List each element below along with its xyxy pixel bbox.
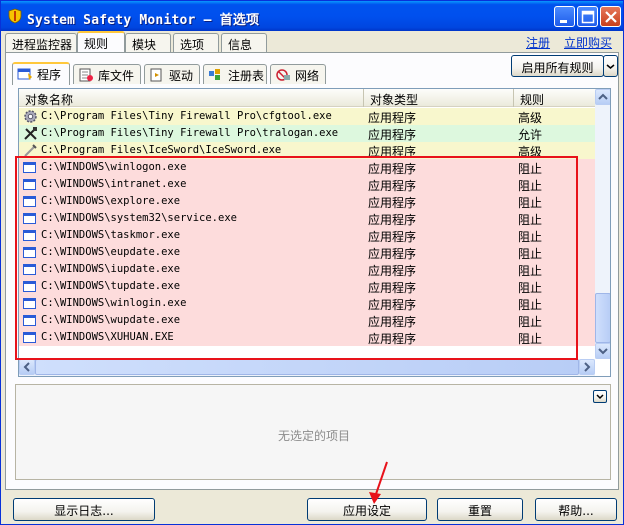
minimize-button[interactable] [554,6,575,27]
registry-icon [209,69,220,80]
tab-process-monitor[interactable]: 进程监控器 [5,33,77,52]
shield-app-icon [8,8,22,24]
object-type-cell: 应用程序 [368,111,417,125]
scroll-down-button[interactable] [595,343,610,359]
rule-cell: 高级 [518,111,543,125]
scroll-right-button[interactable] [579,359,595,375]
main-window: System Safety Monitor — 首选项 进程监控器 规则 模块 … [0,0,624,525]
column-object-name[interactable]: 对象名称 [19,89,364,107]
horizontal-scrollbar[interactable] [19,359,595,376]
rule-cell: 允许 [518,128,543,142]
tab-modules[interactable]: 模块 [125,33,171,52]
tab-info[interactable]: 信息 [221,33,267,52]
object-name-cell: C:\Program Files\Tiny Firewall Pro\tralo… [41,127,339,139]
buy-now-link[interactable]: 立即购买 [564,34,612,51]
tab-libraries[interactable]: 库文件 [73,64,141,84]
minimize-icon [560,20,567,23]
chevron-up-icon [598,93,608,100]
enable-all-dropdown-button[interactable] [603,55,618,77]
tab-registry[interactable]: 注册表 [203,64,267,84]
chevron-down-icon [598,348,608,355]
chevron-down-icon [606,64,615,69]
scroll-left-button[interactable] [19,359,35,375]
table-row[interactable]: C:\Program Files\Tiny Firewall Pro\tralo… [19,125,595,142]
window-title: System Safety Monitor — 首选项 [27,13,260,28]
tab-rules[interactable]: 规则 [77,31,125,52]
detail-pane: 无选定的项目 [15,384,611,480]
column-rule[interactable]: 规则 [514,89,595,107]
highlight-box [15,156,578,360]
chevron-right-icon [584,362,591,372]
gear-icon [24,110,37,123]
vertical-scrollbar[interactable] [595,89,610,359]
no-selection-text: 无选定的项目 [277,429,350,443]
tab-drivers[interactable]: 驱动 [144,64,200,84]
enable-all-rules-button[interactable]: 启用所有规则 [511,55,604,77]
maximize-button[interactable] [577,6,598,27]
chevron-left-icon [23,362,30,372]
object-name-cell: C:\Program Files\Tiny Firewall Pro\cfgto… [41,110,332,122]
register-link[interactable]: 注册 [526,34,550,51]
network-icon [276,69,290,81]
reset-button[interactable]: 重置 [437,498,523,521]
close-icon [605,11,617,23]
help-button[interactable]: 帮助... [535,498,617,521]
annotation-arrow-icon [369,461,388,504]
vertical-scroll-thumb[interactable] [595,293,610,343]
show-log-button[interactable]: 显示日志... [13,498,155,521]
table-row[interactable]: C:\Program Files\Tiny Firewall Pro\cfgto… [19,108,595,125]
column-object-type[interactable]: 对象类型 [364,89,514,107]
detail-collapse-button[interactable] [593,390,607,403]
object-name-cell: C:\Program Files\IceSword\IceSword.exe [41,144,282,156]
library-icon [79,68,93,82]
title-bar[interactable]: System Safety Monitor — 首选项 [1,1,623,31]
maximize-icon [581,10,595,24]
tab-programs[interactable]: 程序 [12,62,70,85]
driver-icon [150,68,162,82]
chevron-down-icon [596,394,604,400]
scroll-up-button[interactable] [595,89,610,105]
tools-icon [24,127,37,140]
close-button[interactable] [600,6,621,27]
list-header: 对象名称 对象类型 规则 [19,89,595,107]
tab-options[interactable]: 选项 [173,33,219,52]
object-type-cell: 应用程序 [368,128,417,142]
tab-network[interactable]: 网络 [270,64,326,84]
program-icon [17,68,32,80]
horizontal-scroll-thumb[interactable] [35,359,579,375]
